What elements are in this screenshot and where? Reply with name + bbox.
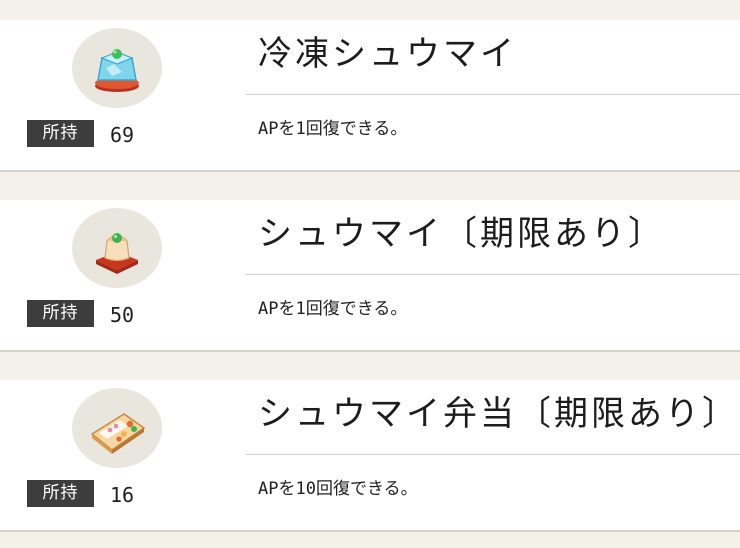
item-name: 冷凍シュウマイ — [258, 34, 517, 74]
divider — [246, 454, 740, 455]
item-description: APを1回復できる。 — [258, 119, 408, 139]
owned-badge: 所持 — [27, 120, 94, 147]
item-row-shumai[interactable]: 所持 50 シュウマイ〔期限あり〕 APを1回復できる。 — [0, 200, 740, 352]
frozen-shumai-icon — [72, 28, 162, 108]
item-row-frozen-shumai[interactable]: 所持 69 冷凍シュウマイ APを1回復できる。 — [0, 20, 740, 172]
divider — [246, 94, 740, 95]
item-description: APを1回復できる。 — [258, 299, 408, 319]
owned-count: 50 — [110, 303, 135, 327]
item-row-shumai-bento[interactable]: 所持 16 シュウマイ弁当〔期限あり〕 APを10回復できる。 — [0, 380, 740, 532]
shumai-bento-icon — [72, 388, 162, 468]
item-name: シュウマイ弁当〔期限あり〕 — [258, 394, 739, 434]
owned-badge: 所持 — [27, 480, 94, 507]
owned-count: 16 — [110, 483, 135, 507]
item-description: APを10回復できる。 — [258, 479, 418, 499]
owned-badge: 所持 — [27, 300, 94, 327]
shumai-icon — [72, 208, 162, 288]
owned-count: 69 — [110, 123, 135, 147]
item-name: シュウマイ〔期限あり〕 — [258, 214, 665, 254]
divider — [246, 274, 740, 275]
